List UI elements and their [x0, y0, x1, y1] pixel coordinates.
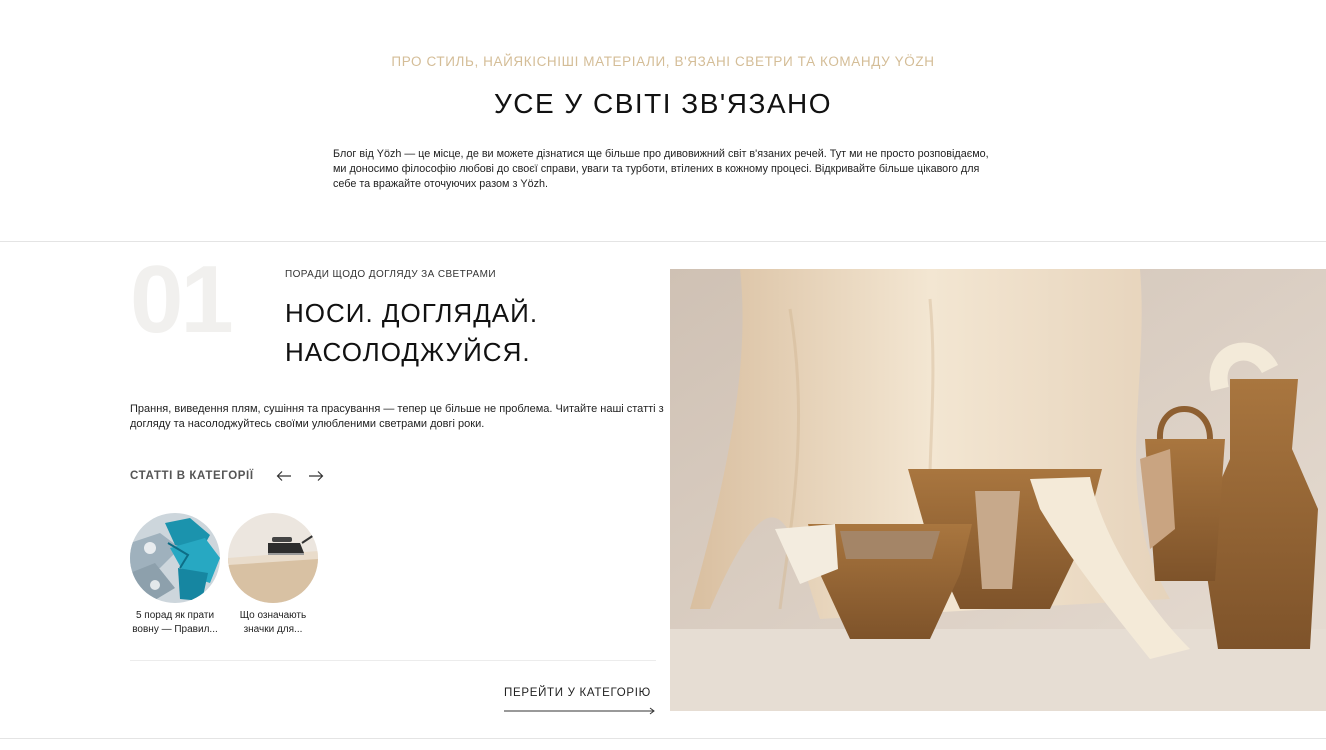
- article-card[interactable]: 5 порад як прати вовну — Правил...: [130, 513, 220, 637]
- category-title-line2: НАСОЛОДЖУЙСЯ.: [285, 337, 531, 367]
- category-title-line1: НОСИ. ДОГЛЯДАЙ.: [285, 298, 539, 328]
- hero-description: Блог від Yözh — це місце, де ви можете д…: [333, 148, 989, 190]
- hero-title: УСЕ У СВІТІ ЗВ'ЯЗАНО: [493, 88, 833, 119]
- articles-header: СТАТТІ В КАТЕГОРІЇ: [130, 469, 338, 483]
- article-card[interactable]: Що означають значки для...: [228, 513, 318, 637]
- section-divider: [130, 660, 656, 661]
- articles-label: СТАТТІ В КАТЕГОРІЇ: [130, 470, 254, 482]
- category-image: [670, 269, 1326, 711]
- arrow-line-icon: [504, 707, 655, 715]
- category-description: Прання, виведення плям, сушіння та прасу…: [130, 403, 664, 430]
- category-number: 01: [130, 246, 234, 353]
- category-title: НОСИ. ДОГЛЯДАЙ. НАСОЛОДЖУЙСЯ.: [285, 294, 645, 372]
- blog-hero: ПРО СТИЛЬ, НАЙЯКІСНІШІ МАТЕРІАЛИ, В'ЯЗАН…: [0, 0, 1326, 242]
- go-to-category-link[interactable]: ПЕРЕЙТИ У КАТЕГОРІЮ: [504, 687, 656, 699]
- category-section: 01 ПОРАДИ ЩОДО ДОГЛЯДУ ЗА СВЕТРАМИ НОСИ.…: [0, 242, 1326, 739]
- article-caption[interactable]: Що означають значки для...: [228, 609, 318, 637]
- article-thumbnail-wool-wash[interactable]: [130, 513, 220, 603]
- article-cards: 5 порад як прати вовну — Правил... Що оз…: [130, 513, 326, 637]
- category-label: ПОРАДИ ЩОДО ДОГЛЯДУ ЗА СВЕТРАМИ: [285, 269, 496, 280]
- article-caption[interactable]: 5 порад як прати вовну — Правил...: [130, 609, 220, 637]
- arrow-right-icon[interactable]: [306, 469, 326, 483]
- article-thumbnail-care-labels[interactable]: [228, 513, 318, 603]
- hero-eyebrow: ПРО СТИЛЬ, НАЙЯКІСНІШІ МАТЕРІАЛИ, В'ЯЗАН…: [391, 54, 935, 69]
- arrow-left-icon[interactable]: [274, 469, 294, 483]
